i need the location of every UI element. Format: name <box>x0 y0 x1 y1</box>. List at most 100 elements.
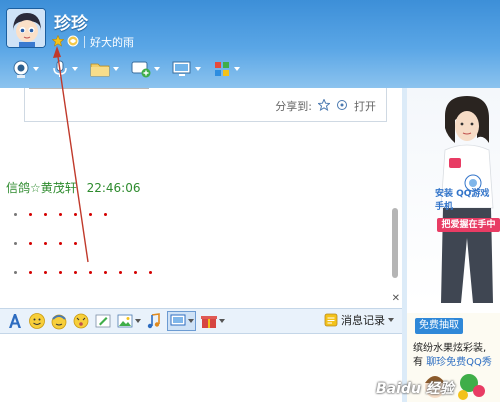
chat-window-header: 珍珍 好大的雨 <box>0 0 500 88</box>
ad-qq-game-text: 安装 QQ游戏 手机 <box>435 189 490 212</box>
input-toolbar: 消息记录 <box>0 308 402 334</box>
voice-call-button[interactable] <box>47 57 81 81</box>
contact-name: 珍珍 <box>54 14 88 34</box>
smiley-icon <box>29 313 45 329</box>
message-dot <box>14 242 17 245</box>
chevron-down-icon[interactable] <box>388 318 394 322</box>
message-dot <box>44 242 47 245</box>
qzone-icon[interactable] <box>67 35 79 50</box>
message-dot <box>134 271 137 274</box>
folder-icon <box>90 63 110 77</box>
remote-assist-button[interactable] <box>168 57 204 81</box>
chevron-down-icon[interactable] <box>195 67 201 71</box>
message-dot <box>29 242 32 245</box>
gift-icon <box>201 316 217 328</box>
chevron-down-icon[interactable] <box>219 319 225 323</box>
doodle-button[interactable] <box>94 311 112 331</box>
history-icon <box>324 313 338 327</box>
shake-button[interactable] <box>72 311 90 331</box>
qzone-star-share-icon[interactable] <box>317 97 331 114</box>
screenshot-button[interactable] <box>167 311 196 331</box>
image-icon <box>117 314 133 328</box>
music-note-icon <box>147 313 160 329</box>
screen-capture-icon <box>170 314 186 326</box>
create-discussion-button[interactable] <box>127 57 163 81</box>
message-dot <box>74 213 77 216</box>
apps-button[interactable] <box>209 57 243 81</box>
webcam-icon <box>13 60 29 78</box>
apps-grid-icon <box>215 62 229 76</box>
collapse-panel-icon[interactable]: ✕ <box>392 293 400 304</box>
star-icon[interactable] <box>51 34 65 50</box>
message-sender: 信鸽☆黄茂轩 <box>6 181 77 195</box>
gift-button[interactable] <box>200 311 225 331</box>
chat-header-toolbar <box>8 56 243 82</box>
magic-face-icon <box>51 314 67 330</box>
baidu-watermark: Baidu 经验 <box>376 381 454 397</box>
message-history-label: 消息记录 <box>341 314 385 327</box>
monitor-icon <box>172 61 191 76</box>
message-dots-row <box>14 271 152 274</box>
message-dot <box>104 213 107 216</box>
chevron-down-icon[interactable] <box>113 67 119 71</box>
message-dot <box>74 271 77 274</box>
pen-icon <box>95 314 111 328</box>
message-header: 信鸽☆黄茂轩 22:46:06 <box>6 179 141 196</box>
chat-scrollbar[interactable] <box>392 208 398 278</box>
contact-avatar[interactable] <box>6 8 46 48</box>
contact-status-row: 好大的雨 <box>51 34 134 50</box>
emoji-button[interactable] <box>28 311 46 331</box>
status-separator <box>84 36 85 48</box>
video-call-button[interactable] <box>8 57 42 81</box>
card-image-strip <box>29 88 149 89</box>
ad-text-line-1: 缤纷水果炫彩装, <box>413 343 487 354</box>
message-dot <box>29 213 32 216</box>
message-dot <box>149 271 152 274</box>
message-dot <box>44 213 47 216</box>
message-dot <box>29 271 32 274</box>
share-row: 分享到: 打开 <box>275 97 376 114</box>
microphone-icon <box>53 60 67 77</box>
message-dot <box>89 213 92 216</box>
chevron-down-icon[interactable] <box>135 319 141 323</box>
message-dot <box>59 271 62 274</box>
message-dot <box>44 271 47 274</box>
ad-banner-top[interactable]: 安装 QQ游戏 手机 把爱握在手中 <box>407 88 500 303</box>
add-chat-icon <box>131 61 151 78</box>
free-draw-badge[interactable]: 免费抽取 <box>415 318 463 334</box>
message-dots-row <box>14 213 107 216</box>
message-dot <box>14 271 17 274</box>
chevron-down-icon[interactable] <box>72 67 78 71</box>
message-time: 22:46:06 <box>86 181 141 195</box>
send-image-button[interactable] <box>116 311 141 331</box>
message-dot <box>89 271 92 274</box>
send-file-button[interactable] <box>86 57 122 81</box>
message-dot <box>14 213 17 216</box>
message-dot <box>119 271 122 274</box>
message-input[interactable] <box>0 334 402 402</box>
chevron-down-icon[interactable] <box>154 67 160 71</box>
ad-tagline: 把爱握在手中 <box>437 218 500 232</box>
chevron-down-icon[interactable] <box>188 319 194 323</box>
contact-signature: 好大的雨 <box>90 36 134 49</box>
chevron-down-icon[interactable] <box>33 67 39 71</box>
music-button[interactable] <box>145 311 163 331</box>
message-dot <box>59 213 62 216</box>
message-history-button[interactable]: 消息记录 <box>324 312 394 328</box>
open-link[interactable]: 打开 <box>354 98 376 114</box>
avatar-image <box>7 9 45 47</box>
message-dot <box>104 271 107 274</box>
ad-panel[interactable]: 安装 QQ游戏 手机 把爱握在手中 免费抽取 缤纷水果炫彩装, 有 聊珍免费QQ… <box>407 88 500 402</box>
weibo-share-icon[interactable] <box>336 99 348 114</box>
chat-message-area[interactable]: 分享到: 打开 信鸽☆黄茂轩 22:46:06 ✕ <box>0 88 402 308</box>
shared-content-card: 分享到: 打开 <box>24 88 387 122</box>
message-dot <box>59 242 62 245</box>
magic-emoji-button[interactable] <box>50 311 68 331</box>
share-to-label: 分享到: <box>275 100 312 113</box>
font-button[interactable] <box>6 311 24 331</box>
message-dots-row <box>14 242 77 245</box>
font-icon <box>9 314 21 328</box>
shake-window-icon <box>73 313 89 329</box>
chevron-down-icon[interactable] <box>234 67 240 71</box>
message-dot <box>74 242 77 245</box>
